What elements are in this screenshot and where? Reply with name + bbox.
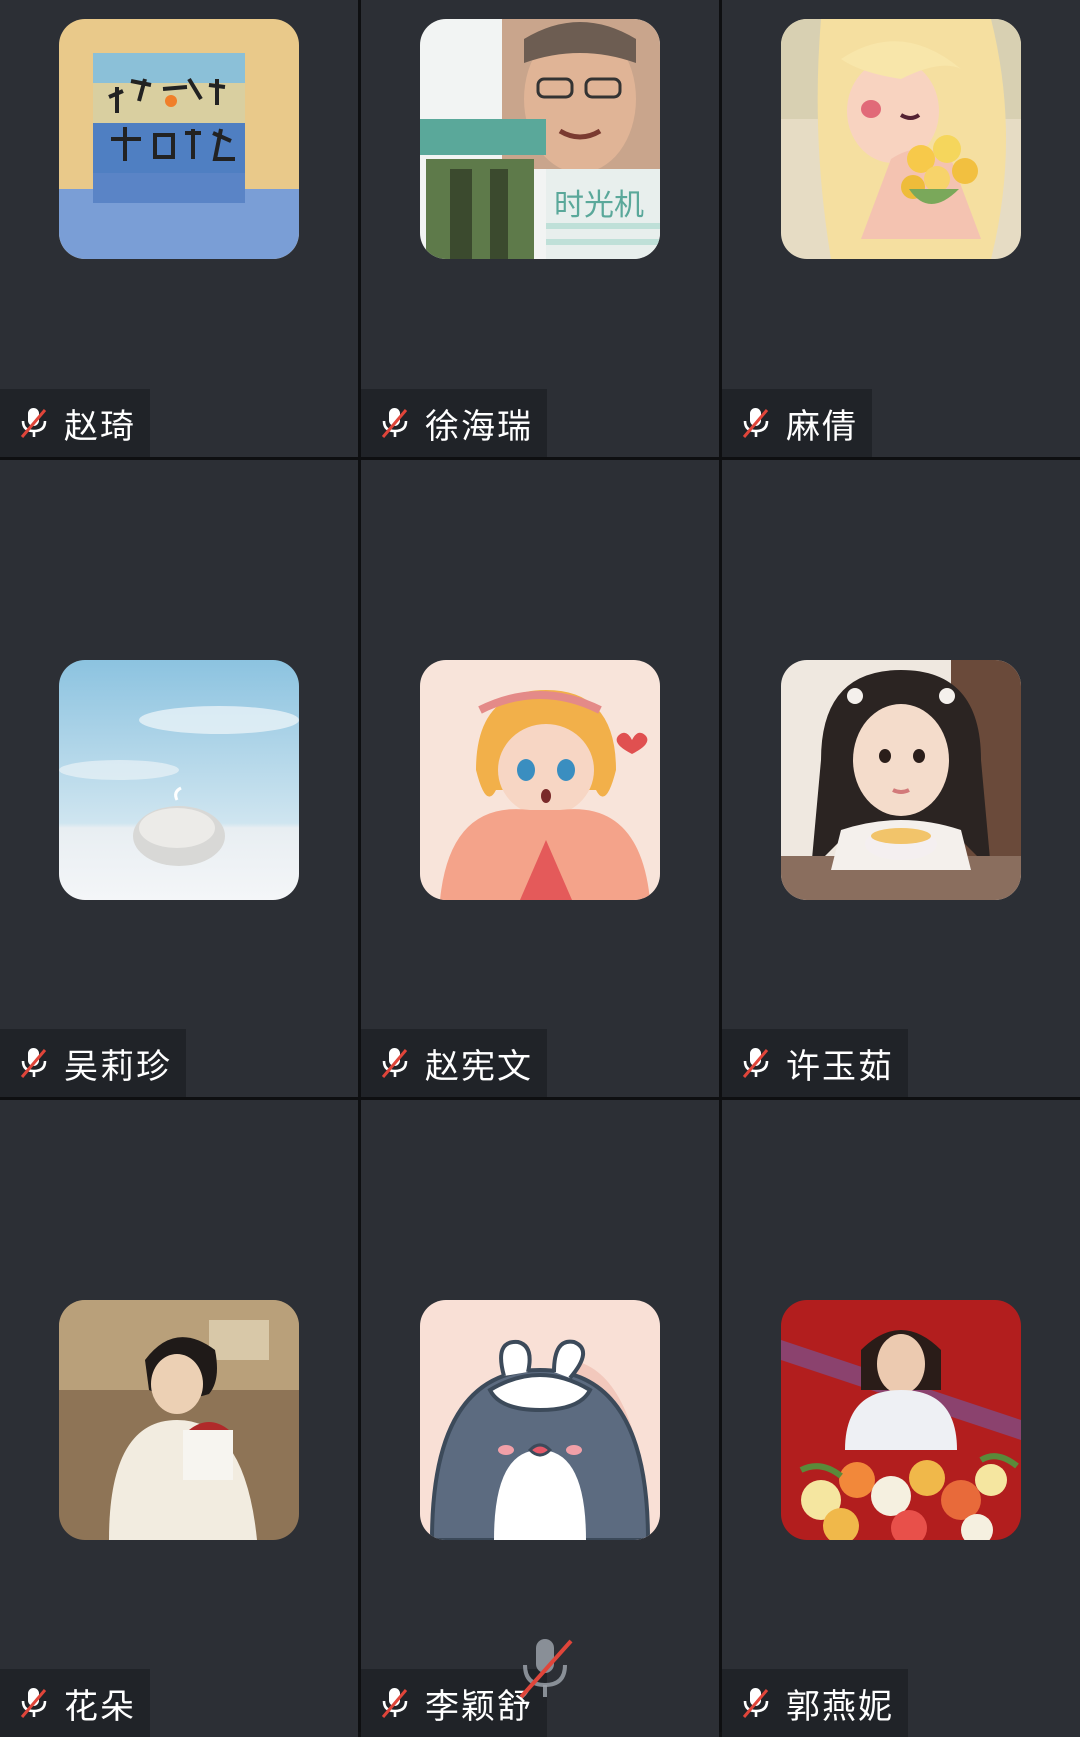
name-bar: 花朵 bbox=[0, 1669, 150, 1737]
avatar-caption: 时光机 bbox=[554, 188, 644, 223]
name-bar: 赵琦 bbox=[0, 389, 150, 457]
participant-tile[interactable]: 赵琦 bbox=[0, 0, 358, 457]
participant-name: 郭燕妮 bbox=[786, 1686, 894, 1727]
mic-muted-icon bbox=[740, 1046, 772, 1080]
name-bar: 郭燕妮 bbox=[722, 1669, 908, 1737]
mic-muted-icon bbox=[18, 1686, 50, 1720]
avatar-child-photo-icon bbox=[781, 660, 1021, 900]
avatar-painting-icon bbox=[59, 19, 299, 259]
name-bar: 赵宪文 bbox=[361, 1029, 547, 1097]
participant-tile[interactable]: 时光机 徐海瑞 bbox=[361, 0, 719, 457]
participant-grid: 赵琦 时光机 徐海瑞 麻倩 吴莉珍 赵宪文 许玉茹 花朵 李颖舒 郭燕妮 bbox=[0, 0, 1080, 1737]
participant-tile[interactable]: 花朵 bbox=[0, 1100, 358, 1737]
mic-muted-icon bbox=[740, 1686, 772, 1720]
avatar-penguin-icon bbox=[420, 1300, 660, 1540]
avatar-girl-bouquet-icon bbox=[781, 1300, 1021, 1540]
avatar-stone-sky-icon bbox=[59, 660, 299, 900]
participant-name: 赵宪文 bbox=[425, 1046, 533, 1087]
participant-name: 吴莉珍 bbox=[64, 1046, 172, 1087]
name-bar: 吴莉珍 bbox=[0, 1029, 186, 1097]
participant-name: 麻倩 bbox=[786, 406, 858, 447]
avatar-girl-flowers-icon bbox=[781, 19, 1021, 259]
mic-muted-icon bbox=[740, 406, 772, 440]
participant-tile[interactable]: 郭燕妮 bbox=[722, 1100, 1080, 1737]
participant-tile[interactable]: 麻倩 bbox=[722, 0, 1080, 457]
floating-mic-muted-icon[interactable] bbox=[515, 1635, 575, 1701]
mic-muted-icon bbox=[379, 1686, 411, 1720]
avatar-man-photo-icon: 时光机 bbox=[420, 19, 660, 259]
participant-name: 花朵 bbox=[64, 1686, 136, 1727]
mic-muted-icon bbox=[18, 1046, 50, 1080]
avatar-cartoon-girl-icon bbox=[420, 660, 660, 900]
mic-muted-icon bbox=[379, 1046, 411, 1080]
mic-muted-icon bbox=[18, 406, 50, 440]
mic-muted-icon bbox=[379, 406, 411, 440]
participant-tile[interactable]: 吴莉珍 bbox=[0, 460, 358, 1097]
avatar-young-man-icon bbox=[59, 1300, 299, 1540]
name-bar: 麻倩 bbox=[722, 389, 872, 457]
name-bar: 许玉茹 bbox=[722, 1029, 908, 1097]
participant-tile[interactable]: 许玉茹 bbox=[722, 460, 1080, 1097]
participant-tile[interactable]: 赵宪文 bbox=[361, 460, 719, 1097]
name-bar: 徐海瑞 bbox=[361, 389, 547, 457]
participant-name: 许玉茹 bbox=[786, 1046, 894, 1087]
participant-name: 赵琦 bbox=[64, 406, 136, 447]
participant-name: 徐海瑞 bbox=[425, 406, 533, 447]
